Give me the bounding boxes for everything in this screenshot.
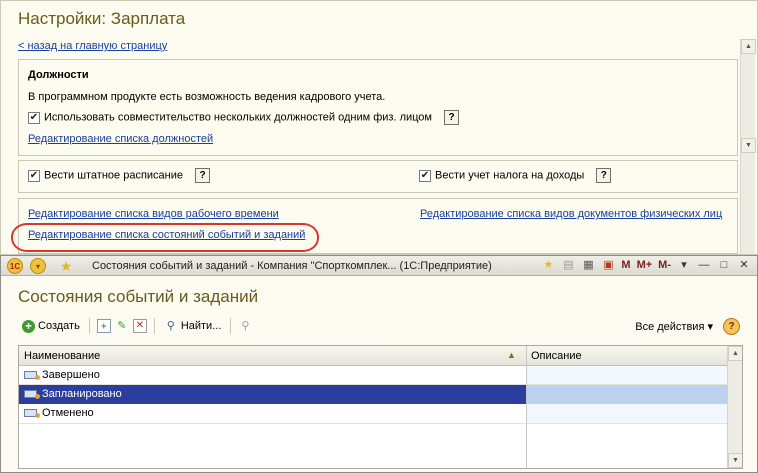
favorite-star-icon[interactable]: ★	[58, 258, 74, 274]
menu-dropdown-icon[interactable]: ▾	[30, 258, 46, 274]
column-header-description[interactable]: Описание	[531, 350, 582, 362]
combine-positions-checkbox[interactable]: ✔	[28, 111, 40, 124]
column-header-name[interactable]: Наименование	[24, 350, 100, 362]
document-types-link[interactable]: Редактирование списка видов документов ф…	[420, 208, 722, 220]
income-tax-label: Вести учет налога на доходы	[435, 169, 585, 182]
row-description-cell[interactable]	[527, 404, 727, 423]
highlight-oval	[11, 223, 319, 252]
all-actions-button[interactable]: Все действия ▾	[635, 320, 713, 333]
list-toolbar: + Создать + ✎ ✕ ⚲ Найти... ⚲	[20, 317, 252, 335]
row-name-text: Отменено	[42, 407, 94, 419]
row-item-icon	[24, 371, 40, 380]
toolbar-divider	[88, 318, 90, 334]
staff-schedule-help-button[interactable]: ?	[195, 168, 211, 183]
toolbar-divider	[153, 318, 155, 334]
create-button[interactable]: + Создать	[20, 317, 82, 335]
row-name-cell: Отменено	[24, 407, 94, 419]
chevron-down-icon[interactable]: ▾	[677, 258, 691, 272]
scroll-up-icon[interactable]: ▲	[741, 39, 756, 54]
close-icon[interactable]: ✕	[737, 258, 751, 272]
settings-title: Настройки: Зарплата	[18, 9, 186, 28]
edit-positions-link[interactable]: Редактирование списка должностей	[28, 133, 213, 145]
scroll-down-icon[interactable]: ▼	[728, 453, 742, 468]
row-description-cell[interactable]	[527, 366, 727, 385]
staff-schedule-row: ✔ Вести штатное расписание?	[28, 168, 211, 183]
row-divider	[19, 423, 727, 424]
memory-minus-button[interactable]: M-	[658, 259, 671, 271]
row-description-cell[interactable]	[527, 385, 727, 404]
positions-group: Должности В программном продукте есть во…	[18, 59, 738, 156]
maximize-icon[interactable]: □	[717, 258, 731, 272]
scroll-down-icon[interactable]: ▼	[741, 138, 756, 153]
row-name-text: Запланировано	[42, 388, 122, 400]
settings-scrollbar[interactable]: ▲ ▼	[740, 39, 756, 254]
worktime-types-link[interactable]: Редактирование списка видов рабочего вре…	[28, 208, 279, 220]
create-button-label: Создать	[38, 320, 80, 332]
calculator-icon[interactable]: ▦	[581, 258, 595, 272]
edit-pencil-icon[interactable]: ✎	[115, 319, 129, 333]
plus-icon: +	[22, 319, 35, 333]
row-item-icon	[24, 409, 40, 418]
titlebar-controls: ★ ▤ ▦ ▣ M M+ M- ▾ — □ ✕	[541, 258, 751, 272]
find-button[interactable]: ⚲ Найти...	[162, 317, 224, 335]
add-favorite-icon[interactable]: ★	[541, 258, 555, 272]
memory-plus-button[interactable]: M+	[637, 259, 653, 271]
staff-schedule-label: Вести штатное расписание	[44, 169, 184, 182]
page-title: Состояния событий и заданий	[18, 287, 259, 306]
row-item-icon	[24, 390, 40, 399]
window-title-text: Состояния событий и заданий - Компания "…	[92, 260, 492, 272]
minimize-icon[interactable]: —	[697, 258, 711, 272]
positions-group-title: Должности	[28, 69, 89, 81]
row-name-cell: Завершено	[24, 369, 100, 381]
copy-icon[interactable]: +	[96, 319, 111, 333]
income-tax-help-button[interactable]: ?	[596, 168, 612, 183]
table-header: Наименование ▲ Описание	[19, 346, 727, 366]
print-icon[interactable]: ▤	[561, 258, 575, 272]
combine-positions-checkbox-row: ✔ Использовать совместительство нескольки…	[28, 110, 459, 125]
income-tax-checkbox[interactable]: ✔	[419, 169, 431, 182]
delete-mark-icon[interactable]: ✕	[132, 319, 147, 333]
table-row[interactable]: Завершено	[19, 366, 727, 385]
calendar-icon[interactable]: ▣	[601, 258, 615, 272]
row-name-text: Завершено	[42, 369, 100, 381]
event-states-window: 1С ▾ ★ Состояния событий и заданий - Ком…	[0, 255, 758, 473]
toolbar-divider	[230, 318, 232, 334]
staff-group: ✔ Вести штатное расписание? ✔ Вести учет н…	[18, 160, 738, 193]
back-link[interactable]: < назад на главную страницу	[18, 40, 167, 52]
cancel-search-icon[interactable]: ⚲	[238, 319, 252, 333]
find-button-label: Найти...	[180, 320, 222, 332]
income-tax-row: ✔ Вести учет налога на доходы?	[419, 168, 612, 183]
search-icon: ⚲	[166, 320, 175, 332]
sort-ascending-icon[interactable]: ▲	[507, 350, 516, 360]
table-scrollbar[interactable]: ▲ ▼	[727, 346, 742, 468]
states-table: Наименование ▲ Описание Завершено Заплан…	[18, 345, 743, 469]
window-titlebar[interactable]: 1С ▾ ★ Состояния событий и заданий - Ком…	[1, 256, 757, 276]
help-icon[interactable]: ?	[723, 318, 740, 335]
1c-logo-icon[interactable]: 1С	[7, 258, 23, 274]
settings-window: Настройки: Зарплата < назад на главную с…	[0, 0, 758, 255]
combine-positions-label: Использовать совместительство нескольких…	[44, 111, 432, 124]
staff-schedule-checkbox[interactable]: ✔	[28, 169, 40, 182]
column-divider[interactable]	[526, 346, 527, 468]
row-name-cell: Запланировано	[24, 388, 122, 400]
memory-m-button[interactable]: M	[621, 259, 630, 271]
table-row-selected[interactable]: Запланировано	[19, 385, 727, 404]
positions-group-text: В программном продукте есть возможность …	[28, 91, 386, 103]
help-button[interactable]: ?	[444, 110, 459, 125]
table-row[interactable]: Отменено	[19, 404, 727, 423]
scroll-up-icon[interactable]: ▲	[728, 346, 742, 361]
